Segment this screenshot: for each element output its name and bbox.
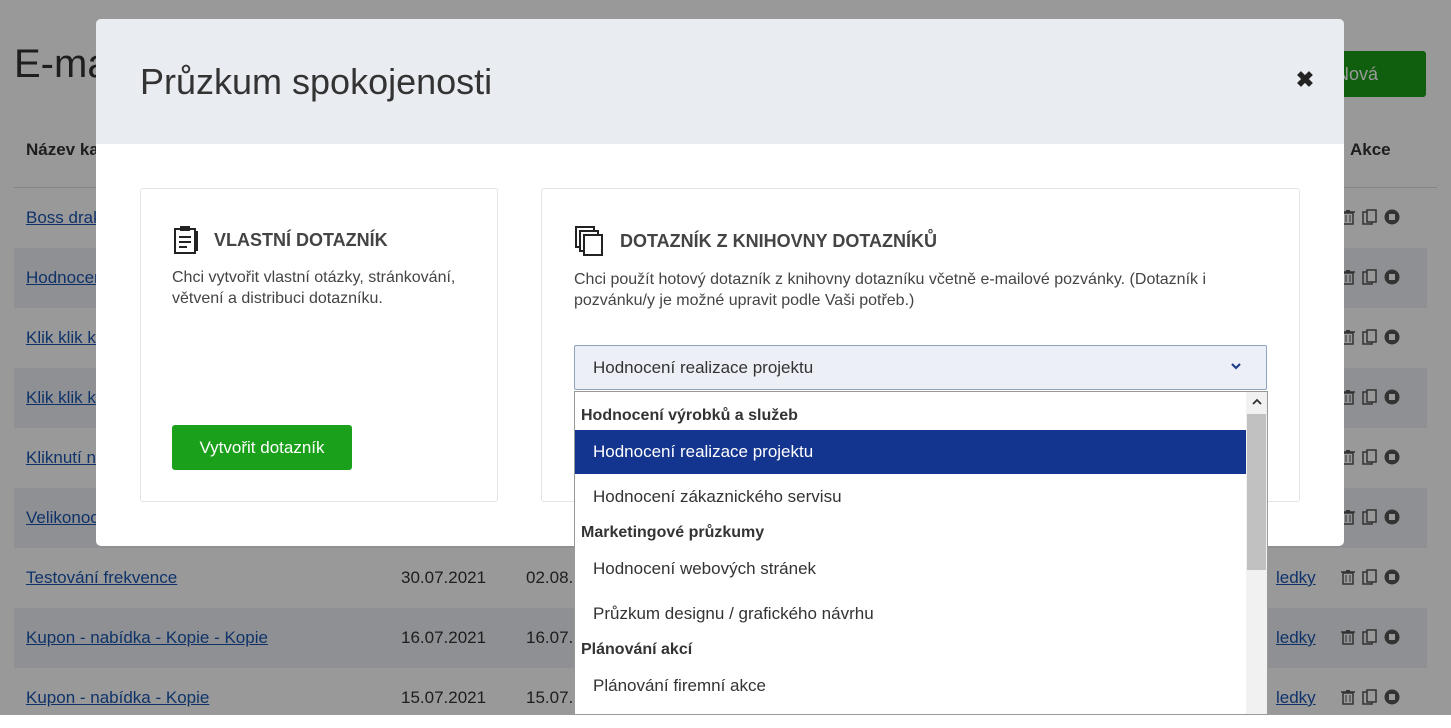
scroll-up-arrow-icon[interactable] (1246, 392, 1267, 412)
scrollbar-thumb[interactable] (1247, 414, 1266, 570)
library-survey-heading: DOTAZNÍK Z KNIHOVNY DOTAZNÍKŮ (574, 225, 937, 257)
close-icon[interactable]: ✖ (1294, 69, 1316, 91)
dropdown-option[interactable]: Hodnocení realizace projektu (575, 430, 1246, 474)
dropdown-group-label: Plánování akcí (581, 641, 693, 658)
custom-survey-title: VLASTNÍ DOTAZNÍK (214, 229, 388, 250)
custom-survey-heading: VLASTNÍ DOTAZNÍK (172, 225, 388, 255)
select-value: Hodnocení realizace projektu (593, 358, 814, 377)
dropdown-option[interactable]: Hodnocení zákaznického servisu (575, 475, 1246, 519)
dropdown-option[interactable]: Průzkum designu / grafického návrhu (575, 592, 1246, 636)
dropdown-option[interactable]: Hodnocení webových stránek (575, 547, 1246, 591)
create-survey-button[interactable]: Vytvořit dotazník (172, 425, 352, 470)
library-survey-description: Chci použít hotový dotazník z knihovny d… (574, 271, 1207, 309)
chevron-down-icon (1231, 363, 1241, 370)
dropdown-scrollbar[interactable] (1246, 392, 1267, 714)
select-dropdown-list[interactable]: Hodnocení výrobků a služeb Hodnocení rea… (574, 391, 1268, 715)
dropdown-option[interactable]: Plánování firemní akce (575, 664, 1246, 708)
dropdown-group-label: Marketingové průzkumy (581, 524, 765, 541)
library-survey-title: DOTAZNÍK Z KNIHOVNY DOTAZNÍKŮ (620, 230, 937, 251)
custom-survey-description: Chci vytvořit vlastní otázky, stránkován… (172, 269, 456, 307)
dropdown-group-label: Hodnocení výrobků a služeb (581, 407, 798, 424)
custom-survey-card: VLASTNÍ DOTAZNÍK Chci vytvořit vlastní o… (140, 188, 498, 502)
survey-template-select[interactable]: Hodnocení realizace projektu (574, 345, 1267, 390)
modal-header: Průzkum spokojenosti ✖ (96, 19, 1344, 144)
copy-stack-icon (575, 226, 603, 256)
modal-title: Průzkum spokojenosti (140, 61, 493, 102)
clipboard-icon (174, 226, 198, 254)
